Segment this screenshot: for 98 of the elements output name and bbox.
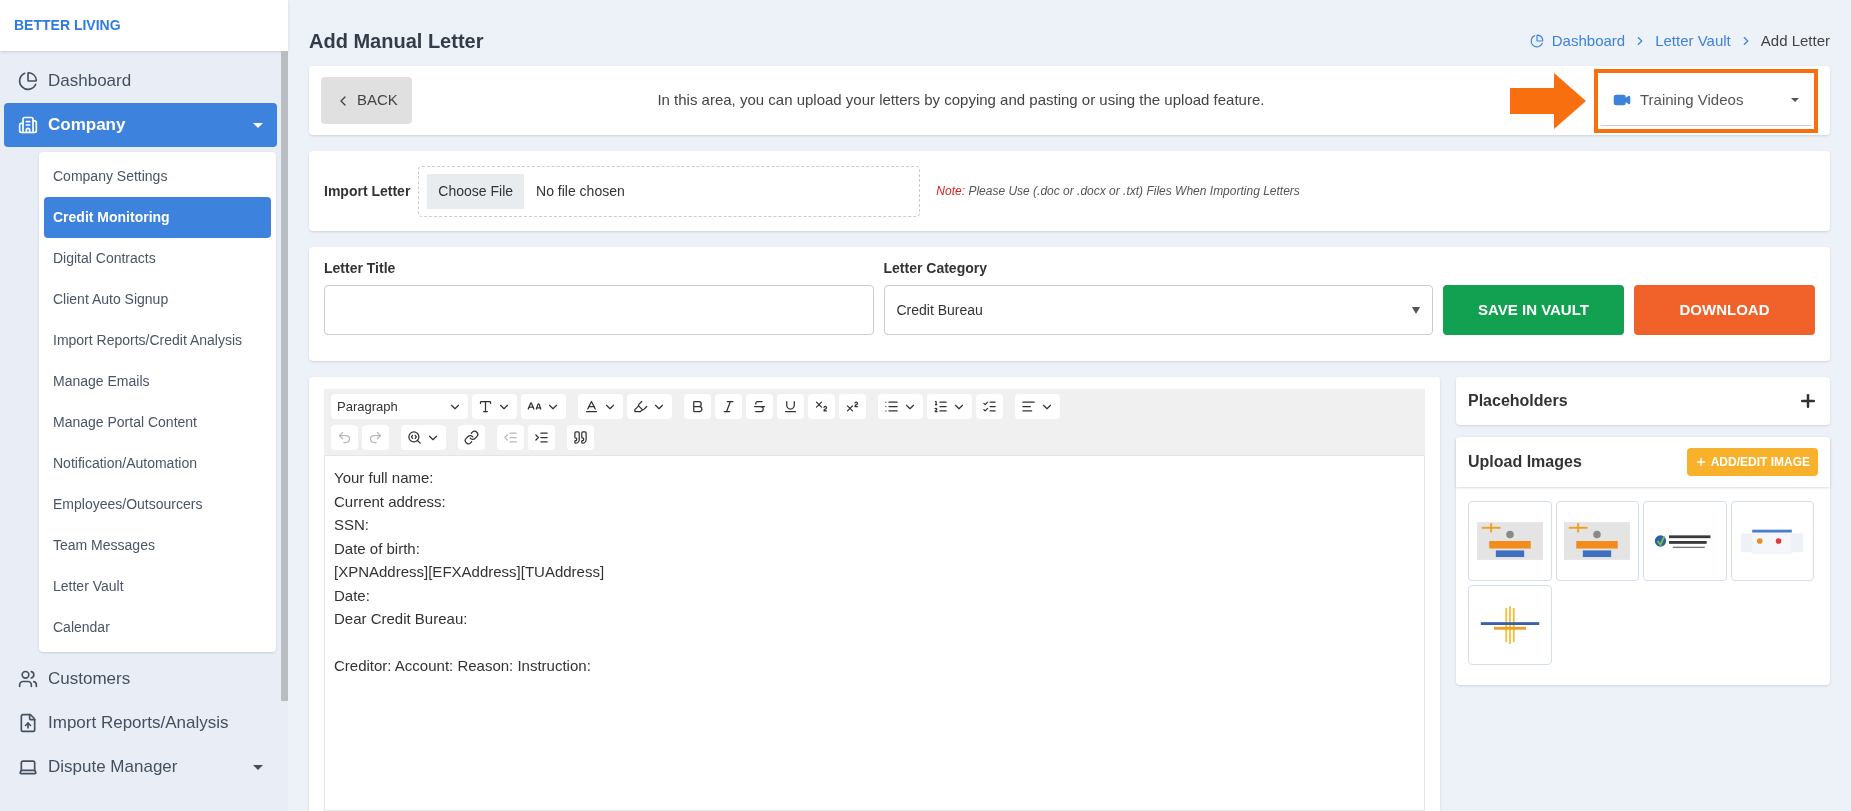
- field-label: Letter Title: [324, 259, 397, 278]
- numbered-list-icon: [933, 399, 948, 414]
- breadcrumb-link[interactable]: Letter Vault: [1655, 29, 1731, 53]
- link-icon: [464, 430, 479, 445]
- submenu-item[interactable]: Letter Vault: [44, 566, 271, 607]
- toolbar-button[interactable]: [878, 394, 923, 419]
- toolbar-button[interactable]: [777, 394, 804, 419]
- superscript-icon: [845, 399, 860, 414]
- breadcrumb-current: Add Letter: [1760, 30, 1830, 51]
- toolbar-button[interactable]: [927, 394, 972, 419]
- submenu-item[interactable]: Notification/Automation: [44, 443, 271, 484]
- toolbar-button[interactable]: [401, 425, 446, 450]
- sidebar-item[interactable]: Dashboard: [4, 59, 277, 103]
- submenu-item[interactable]: Manage Emails: [44, 361, 271, 402]
- brand-name: BETTER LIVING: [14, 16, 121, 35]
- font-color-icon: [584, 399, 599, 414]
- pie-chart-icon: [1529, 34, 1544, 48]
- back-button[interactable]: BACK: [321, 77, 412, 124]
- submenu-item[interactable]: Manage Portal Content: [44, 402, 271, 443]
- editor-line: Current address:: [334, 491, 446, 512]
- bulleted-list-icon: [884, 399, 899, 414]
- caret-icon: [253, 764, 263, 770]
- page-title: Add Manual Letter: [309, 29, 484, 54]
- align-icon: [1021, 399, 1036, 414]
- submenu-item[interactable]: Company Settings: [44, 156, 271, 197]
- note-text: Note: Please Use (.doc or .docx or .txt) Files When Importing Letters: [936, 183, 1300, 200]
- toolbar-button[interactable]: [472, 394, 517, 419]
- undo-icon: [337, 430, 352, 445]
- toolbar-button[interactable]: [578, 394, 623, 419]
- find-icon: [407, 430, 422, 445]
- toolbar-button[interactable]: [458, 425, 485, 450]
- plus-icon[interactable]: [1798, 391, 1818, 411]
- sidebar-item[interactable]: Customers: [4, 657, 277, 701]
- underline-icon: [783, 399, 798, 414]
- sidebar-item[interactable]: Import Reports/Analysis: [4, 701, 277, 745]
- image-thumbnail[interactable]: [1468, 501, 1552, 581]
- letter-title-input[interactable]: [324, 285, 874, 335]
- category-select[interactable]: Credit Bureau: [883, 285, 1433, 335]
- indent-icon: [534, 430, 549, 445]
- laptop-icon: [18, 757, 38, 777]
- outdent-icon: [503, 430, 518, 445]
- submenu-item[interactable]: Client Auto Signup: [44, 279, 271, 320]
- strikethrough-icon: [752, 399, 767, 414]
- editor-line: [XPNAddress][EFXAddress][TUAddress]: [334, 562, 605, 582]
- editor-line: Date of birth:: [334, 538, 420, 559]
- toolbar-button[interactable]: [976, 394, 1003, 419]
- redo-icon: [368, 430, 383, 445]
- quote-icon: [573, 430, 588, 445]
- highlight-icon: [633, 399, 648, 414]
- toolbar-button[interactable]: [567, 425, 594, 450]
- editor-line: SSN:: [334, 515, 369, 535]
- toolbar-button[interactable]: [808, 394, 835, 419]
- sidebar-item[interactable]: Company: [4, 103, 277, 147]
- file-input[interactable]: Choose File No file chosen: [418, 165, 921, 217]
- submenu-item[interactable]: Team Messages: [44, 525, 271, 566]
- image-thumbnail[interactable]: [1643, 501, 1727, 581]
- info-text: In this area, you can upload your letters by copying and pasting or using the upload feature.: [656, 90, 1266, 111]
- pie-chart-icon: [18, 71, 38, 91]
- submenu-item[interactable]: Import Reports/Credit Analysis: [44, 320, 271, 361]
- editor-area[interactable]: Your full name: Current address: SSN: Date of birth: [XPNAddress][EFXAddress][TUAddress] Date: Dear Credit Bureau: Creditor: Account: Reason: Instruction:: [324, 455, 1425, 811]
- toolbar-button[interactable]: [521, 394, 566, 419]
- breadcrumb-link[interactable]: Dashboard: [1551, 29, 1626, 53]
- field-label: Import Letter: [324, 181, 411, 201]
- caret-icon: [1412, 306, 1420, 314]
- toolbar-button[interactable]: [715, 394, 742, 419]
- editor-line: Dear Credit Bureau:: [334, 609, 468, 629]
- toolbar-button[interactable]: [1015, 394, 1060, 419]
- italic-icon: [721, 399, 736, 414]
- building-icon: [18, 115, 38, 135]
- subscript-icon: [814, 399, 829, 414]
- toolbar-button[interactable]: [528, 425, 555, 450]
- submenu-item[interactable]: Digital Contracts: [44, 238, 271, 279]
- editor-line: Your full name:: [334, 468, 434, 488]
- bold-icon: [690, 399, 705, 414]
- editor-line: Creditor: Account: Reason: Instruction:: [334, 656, 591, 676]
- toolbar-button[interactable]: [684, 394, 711, 419]
- submenu-item[interactable]: Employees/Outsourcers: [44, 484, 271, 525]
- image-thumbnail[interactable]: [1555, 501, 1639, 581]
- file-upload-icon: [18, 713, 38, 733]
- toolbar-button[interactable]: [627, 394, 672, 419]
- field-label: Letter Category: [883, 259, 988, 278]
- toolbar-button[interactable]: [746, 394, 773, 419]
- editor-line: Date:: [334, 585, 370, 606]
- plus-icon: [1694, 456, 1707, 468]
- sidebar-item[interactable]: Dispute Manager: [4, 745, 277, 789]
- caret-icon: [1791, 98, 1799, 102]
- panel-title: Upload Images: [1468, 452, 1582, 472]
- toolbar-button[interactable]: [839, 394, 866, 419]
- checklist-icon: [982, 399, 997, 414]
- image-thumbnail[interactable]: [1730, 501, 1814, 581]
- submenu-item[interactable]: Credit Monitoring: [44, 197, 271, 238]
- image-thumbnail[interactable]: [1468, 585, 1552, 665]
- users-icon: [18, 669, 38, 689]
- panel-title: Placeholders: [1468, 391, 1568, 411]
- font-size-icon: [478, 399, 493, 414]
- caret-icon: [253, 122, 263, 128]
- paragraph-dropdown[interactable]: Paragraph: [331, 394, 468, 419]
- submenu-item[interactable]: Calendar: [44, 607, 271, 648]
